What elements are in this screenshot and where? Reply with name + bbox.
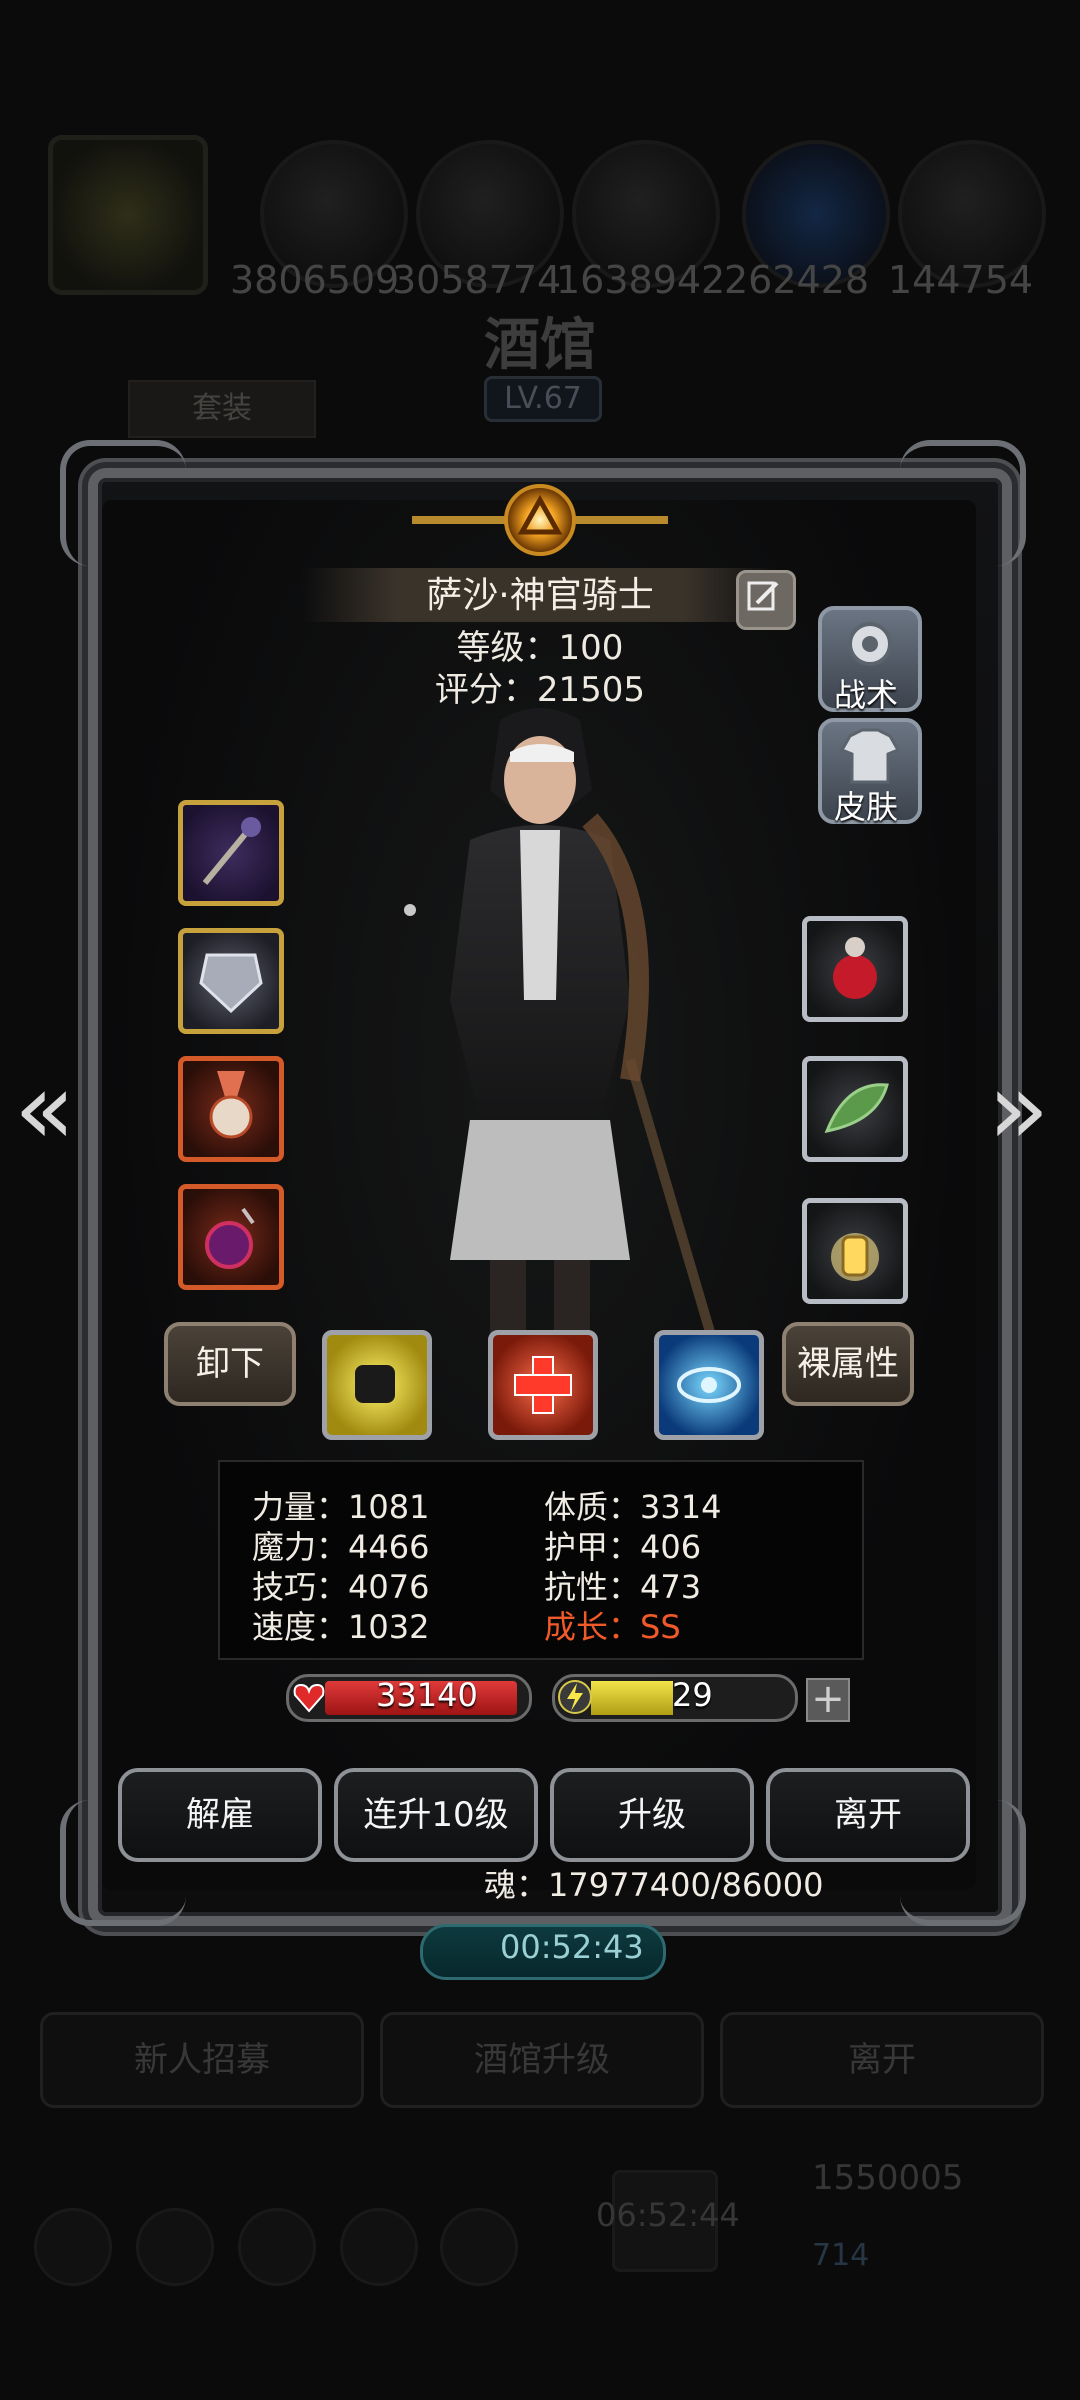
add-energy-button[interactable]: + (806, 1678, 850, 1722)
gold-amount: 1550005 (812, 2158, 964, 2198)
emblem-icon (412, 484, 668, 556)
edit-name-button[interactable] (736, 570, 796, 630)
leaf-icon (824, 1083, 889, 1134)
tavern-level-badge: LV.67 (484, 376, 602, 422)
skill-fist[interactable] (322, 1330, 432, 1440)
heart-icon (293, 1683, 325, 1713)
level-up-10-button[interactable]: 连升10级 (334, 1768, 538, 1862)
eye-icon (677, 1367, 741, 1403)
tavern-leave-button: 离开 (720, 2012, 1044, 2108)
level-up-button[interactable]: 升级 (550, 1768, 754, 1862)
menu-icon (238, 2208, 316, 2286)
menu-icon (136, 2208, 214, 2286)
resource-count: 262428 (724, 258, 870, 302)
ring-slot[interactable] (178, 1184, 284, 1290)
frame-ornament (900, 440, 1026, 566)
leaf-slot[interactable] (802, 1056, 908, 1162)
leave-button[interactable]: 离开 (766, 1768, 970, 1862)
hp-value: 33140 (376, 1676, 478, 1714)
stat-speed: 速度：1032 (252, 1608, 430, 1646)
lantern-slot[interactable] (802, 1198, 908, 1304)
fist-icon (355, 1365, 395, 1403)
menu-icon (340, 2208, 418, 2286)
menu-icon (440, 2208, 518, 2286)
medal-icon (209, 1071, 253, 1139)
secondary-timer: 06:52:44 (596, 2196, 740, 2234)
timer-text: 00:52:43 (500, 1928, 644, 1966)
naked-attrs-button[interactable]: 裸属性 (782, 1322, 914, 1406)
gem-amount: 714 (812, 2238, 870, 2273)
medal-slot[interactable] (178, 1056, 284, 1162)
resource-count: 144754 (888, 258, 1034, 302)
skin-label: 皮肤 (833, 788, 898, 826)
skill-heal[interactable] (488, 1330, 598, 1440)
pencil-icon (747, 581, 779, 611)
resource-count: 3058774 (392, 258, 562, 302)
energy-fill (591, 1681, 673, 1715)
heart-gem-icon (833, 937, 877, 999)
lantern-icon (831, 1233, 879, 1281)
skill-eye[interactable] (654, 1330, 764, 1440)
tavern-title: 酒馆 (484, 313, 596, 378)
tactics-label: 战术 (833, 676, 898, 714)
next-hero-arrow[interactable]: » (988, 1050, 1049, 1167)
armor-icon (199, 953, 263, 1014)
hero-portrait-icon (48, 135, 208, 295)
hero-name: 萨沙·神官骑士 (426, 575, 654, 616)
energy-value: 29 (672, 1676, 713, 1714)
soul-counter: 魂：17977400/86000 (484, 1866, 824, 1904)
weapon-slot[interactable] (178, 800, 284, 906)
armor-slot[interactable] (178, 928, 284, 1034)
menu-icon (34, 2208, 112, 2286)
lightning-icon (558, 1680, 592, 1714)
amulet-icon (205, 1207, 255, 1269)
stat-growth: 成长：SS (544, 1608, 681, 1646)
dismiss-button[interactable]: 解雇 (118, 1768, 322, 1862)
resource-count: 1638942 (556, 258, 726, 302)
unequip-button[interactable]: 卸下 (164, 1322, 296, 1406)
accessory-slot[interactable] (802, 916, 908, 1022)
recruit-button: 新人招募 (40, 2012, 364, 2108)
suit-tab: 套装 (128, 380, 316, 438)
staff-icon (202, 817, 261, 885)
prev-hero-arrow[interactable]: « (14, 1050, 75, 1167)
cross-icon (514, 1356, 572, 1414)
tavern-upgrade-button: 酒馆升级 (380, 2012, 704, 2108)
resource-count: 3806509 (230, 258, 400, 302)
frame-ornament (60, 440, 186, 566)
